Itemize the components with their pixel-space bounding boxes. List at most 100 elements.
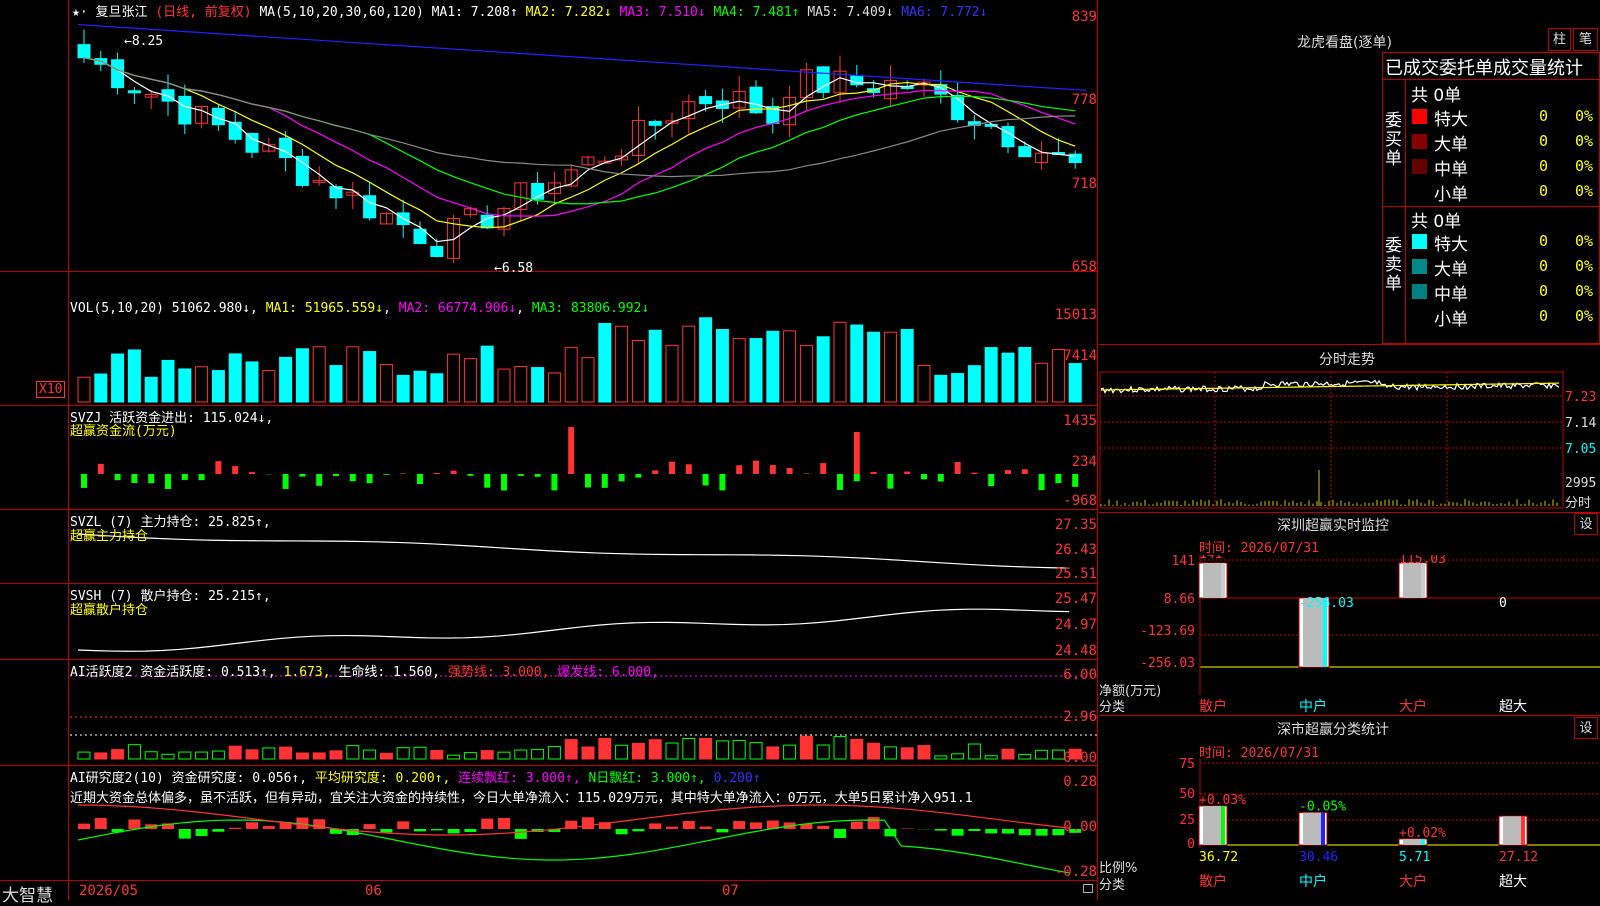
- volume-bar: [78, 377, 90, 402]
- ma6-line: [78, 25, 1086, 91]
- research-bar: [95, 818, 107, 829]
- research-bar: [515, 829, 527, 839]
- ma6-value: MA6: 7.772↓: [901, 5, 987, 20]
- volume-bar: [1019, 348, 1031, 402]
- monitor-chart[interactable]: 1418.66-123.69-256.03141-256.03115.030散户…: [1099, 555, 1600, 715]
- y-tick: 778: [1033, 92, 1097, 108]
- activity-bar: [817, 745, 829, 759]
- classify-chart[interactable]: 7550250+0.03%-0.05%+0.02%36.7230.465.712…: [1099, 758, 1600, 900]
- bar-view-button[interactable]: 柱: [1548, 28, 1571, 51]
- volume-bar: [145, 377, 157, 402]
- kline-header: ★· 复旦张江 (日线, 前复权) MA(5,10,20,30,60,120) …: [72, 1, 987, 20]
- research-bar: [968, 829, 980, 831]
- y-tick: 7.14: [1565, 416, 1596, 431]
- volume-bar: [548, 373, 560, 402]
- tick-view-button[interactable]: 笔: [1573, 28, 1598, 51]
- activity-bar: [95, 753, 107, 759]
- volume-bar: [380, 365, 392, 402]
- monitor-bar-shade: [1203, 563, 1221, 598]
- activity-bar: [1019, 755, 1031, 759]
- research-bar: [716, 829, 728, 832]
- volume-bar: [868, 332, 880, 402]
- volume-bar: [1069, 364, 1081, 402]
- buy-orders-label: 委买单: [1385, 112, 1403, 169]
- research-bar: [246, 822, 258, 829]
- activity-bar: [128, 745, 140, 759]
- chart-area[interactable]: ★· 复旦张江 (日线, 前复权) MA(5,10,20,30,60,120) …: [0, 0, 1098, 900]
- candle: [1002, 127, 1014, 147]
- activity-bar: [280, 747, 292, 759]
- intraday-chart[interactable]: [1099, 370, 1600, 510]
- flow-bar: [182, 474, 188, 480]
- buy-row-count: 0: [1539, 107, 1548, 125]
- y-tick: 0: [1187, 837, 1195, 852]
- volume-bar: [616, 326, 628, 402]
- volume-bar: [162, 360, 174, 402]
- brand-logo: 大智慧: [2, 881, 53, 906]
- buy-row-name: 大单: [1434, 130, 1468, 155]
- research-bar: [834, 829, 846, 838]
- sell-row-count: 0: [1539, 232, 1548, 250]
- monitor-xlabel: 分类: [1099, 696, 1125, 715]
- flow-bar: [535, 474, 541, 477]
- intraday-title: 分时走势: [1319, 349, 1375, 369]
- classify-settings-button[interactable]: 设: [1574, 717, 1598, 739]
- volume-bar: [431, 374, 443, 402]
- flow-bar: [299, 474, 305, 477]
- sell-row-count: 0: [1539, 307, 1548, 325]
- flow-bar: [1005, 470, 1011, 474]
- monitor-settings-button[interactable]: 设: [1574, 513, 1598, 535]
- volume-bar: [750, 339, 762, 402]
- stock-name[interactable]: 复旦张江: [95, 5, 147, 20]
- classify-title: 深市超赢分类统计: [1277, 719, 1389, 739]
- volume-bar: [733, 339, 745, 402]
- volume-bar: [128, 350, 140, 402]
- y-tick: 24.97: [1033, 617, 1097, 633]
- activity-bar: [565, 740, 577, 759]
- flow-bar: [400, 473, 406, 474]
- volume-bar: [952, 374, 964, 402]
- activity-bar: [162, 754, 174, 759]
- flow-bar: [283, 474, 289, 489]
- volume-bar: [179, 369, 191, 402]
- flow-bar: [971, 473, 977, 474]
- dragon-title: 龙虎看盘(逐单): [1297, 32, 1392, 52]
- flow-bar: [1022, 469, 1028, 474]
- y-tick: -123.69: [1140, 624, 1195, 639]
- sell-row-pct: 0%: [1575, 257, 1593, 275]
- buy-row-pct: 0%: [1575, 132, 1593, 150]
- y-tick: 141: [1172, 555, 1195, 569]
- low-mark: ←6.58: [494, 261, 533, 276]
- volume-bar: [464, 359, 476, 402]
- volume-bar: [565, 348, 577, 402]
- monitor-bar-edge: [1421, 563, 1425, 598]
- activity-bar: [112, 750, 124, 759]
- flow-bar: [434, 473, 440, 474]
- sell-row-pct: 0%: [1575, 307, 1593, 325]
- volume-bar: [683, 326, 695, 402]
- flow-bar: [887, 474, 893, 489]
- lock-icon[interactable]: [1083, 884, 1093, 893]
- buy-swatch: [1412, 134, 1427, 149]
- candle: [700, 97, 712, 104]
- svzj-subtitle: 超赢资金流(万元): [70, 420, 177, 439]
- candlestick-chart[interactable]: [0, 0, 1098, 900]
- y-tick: 0.28: [1033, 774, 1097, 790]
- candle: [649, 121, 661, 125]
- y-tick: 15013: [1033, 307, 1097, 323]
- flow-bar: [131, 474, 137, 483]
- y-tick: 6.00: [1033, 667, 1097, 683]
- monitor-bar-shade: [1403, 563, 1421, 598]
- flow-bar: [1072, 474, 1078, 487]
- y-tick: 1435: [1033, 413, 1097, 429]
- research-bar: [985, 829, 997, 833]
- sell-swatch: [1412, 284, 1427, 299]
- y-tick: 2.96: [1033, 709, 1097, 725]
- flow-bar: [770, 465, 776, 474]
- flow-bar: [904, 472, 910, 474]
- activity-bar: [700, 738, 712, 759]
- flow-bar: [703, 474, 709, 485]
- volume-bar: [498, 369, 510, 402]
- volume-bar: [212, 371, 224, 402]
- volume-bar: [481, 346, 493, 402]
